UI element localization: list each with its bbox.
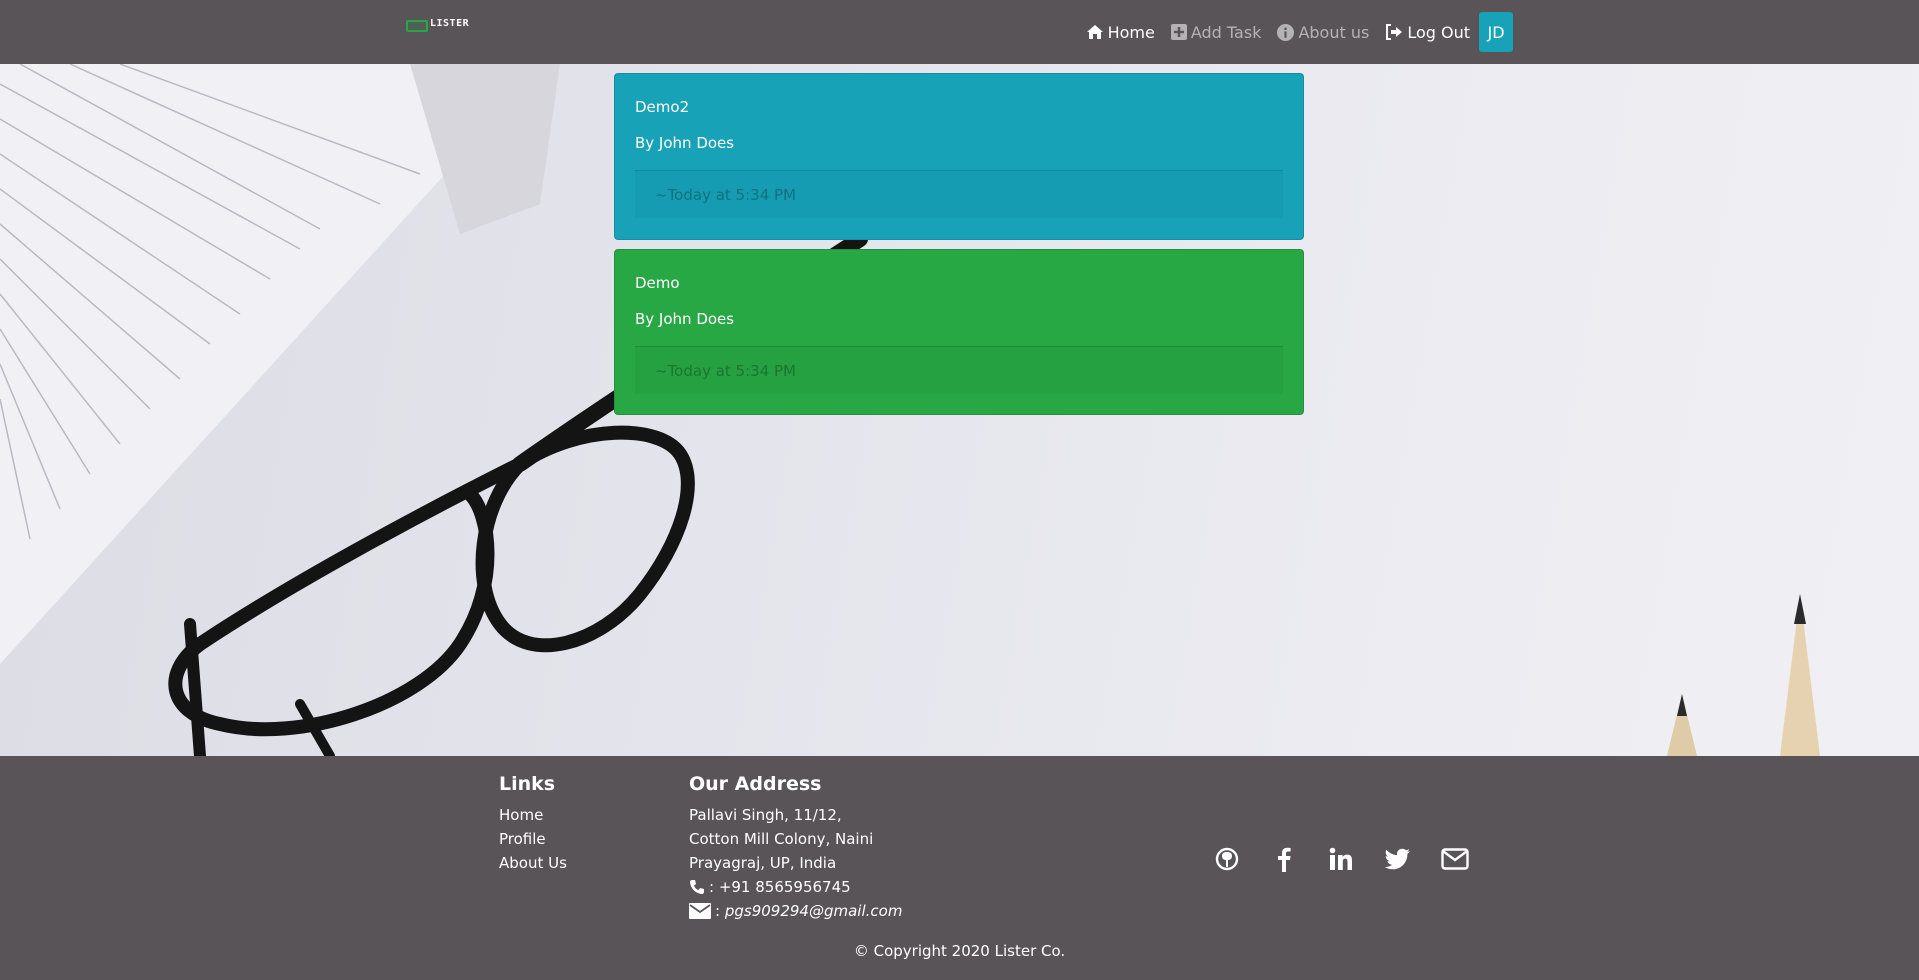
twitter-icon[interactable]	[1383, 844, 1413, 874]
phone-number: : +91 8565956745	[709, 878, 851, 896]
nav-logout[interactable]: Log Out	[1385, 23, 1470, 42]
linkedin-icon[interactable]	[1326, 844, 1356, 874]
nav-logout-label: Log Out	[1407, 22, 1470, 42]
address-line: Cotton Mill Colony, Naini	[689, 830, 874, 848]
footer-link-about[interactable]: About Us	[499, 854, 567, 872]
github-icon[interactable]	[1212, 844, 1242, 874]
footer-link-profile[interactable]: Profile	[499, 830, 546, 848]
nav-about-label: About us	[1298, 22, 1370, 42]
email-prefix: :	[715, 902, 721, 920]
address-line: Pallavi Singh, 11/12,	[689, 806, 842, 824]
address-heading: Our Address	[689, 773, 822, 795]
task-author: By John Does	[635, 134, 735, 152]
task-time: ~Today at 5:34 PM	[635, 170, 1283, 218]
top-navbar: LISTER Home Add Task About us Log Out JD	[0, 0, 1919, 64]
phone-row: : +91 8565956745	[689, 878, 851, 896]
nav-add-task[interactable]: Add Task	[1170, 22, 1262, 42]
task-time: ~Today at 5:34 PM	[635, 346, 1283, 394]
hero-background: Demo2 By John Does ~Today at 5:34 PM Dem…	[0, 64, 1919, 756]
site-footer: Links Home Profile About Us Our Address …	[0, 756, 1919, 980]
info-circle-icon	[1277, 23, 1295, 41]
footer-link-home[interactable]: Home	[499, 806, 543, 824]
nav-home[interactable]: Home	[1086, 23, 1155, 42]
email-address[interactable]: pgs909294@gmail.com	[725, 902, 903, 920]
email-row: : pgs909294@gmail.com	[689, 902, 902, 920]
nav-about[interactable]: About us	[1277, 23, 1369, 42]
links-heading: Links	[499, 773, 556, 795]
nav-add-task-label: Add Task	[1190, 22, 1262, 42]
nav-menu: Home Add Task About us Log Out JD	[1070, 12, 1513, 52]
task-title: Demo2	[635, 98, 690, 116]
address-line: Prayagraj, UP, India	[689, 854, 837, 872]
task-title: Demo	[635, 274, 680, 292]
social-links	[1212, 844, 1497, 874]
brand-name: LISTER	[430, 17, 470, 29]
task-card[interactable]: Demo By John Does ~Today at 5:34 PM	[614, 249, 1304, 415]
copyright-text: © Copyright 2020 Lister Co.	[853, 942, 1066, 960]
nav-home-label: Home	[1107, 22, 1155, 42]
envelope-icon[interactable]	[1440, 844, 1470, 874]
user-avatar[interactable]: JD	[1479, 12, 1513, 52]
facebook-icon[interactable]	[1269, 844, 1299, 874]
plus-square-icon	[1170, 24, 1187, 40]
envelope-icon	[689, 903, 711, 919]
brand-logo[interactable]: LISTER	[406, 17, 470, 32]
phone-icon	[690, 880, 704, 894]
sign-out-icon	[1386, 24, 1403, 40]
home-icon	[1086, 25, 1103, 39]
task-card[interactable]: Demo2 By John Does ~Today at 5:34 PM	[614, 73, 1304, 240]
logo-box-icon	[406, 20, 428, 32]
task-author: By John Does	[635, 310, 735, 328]
